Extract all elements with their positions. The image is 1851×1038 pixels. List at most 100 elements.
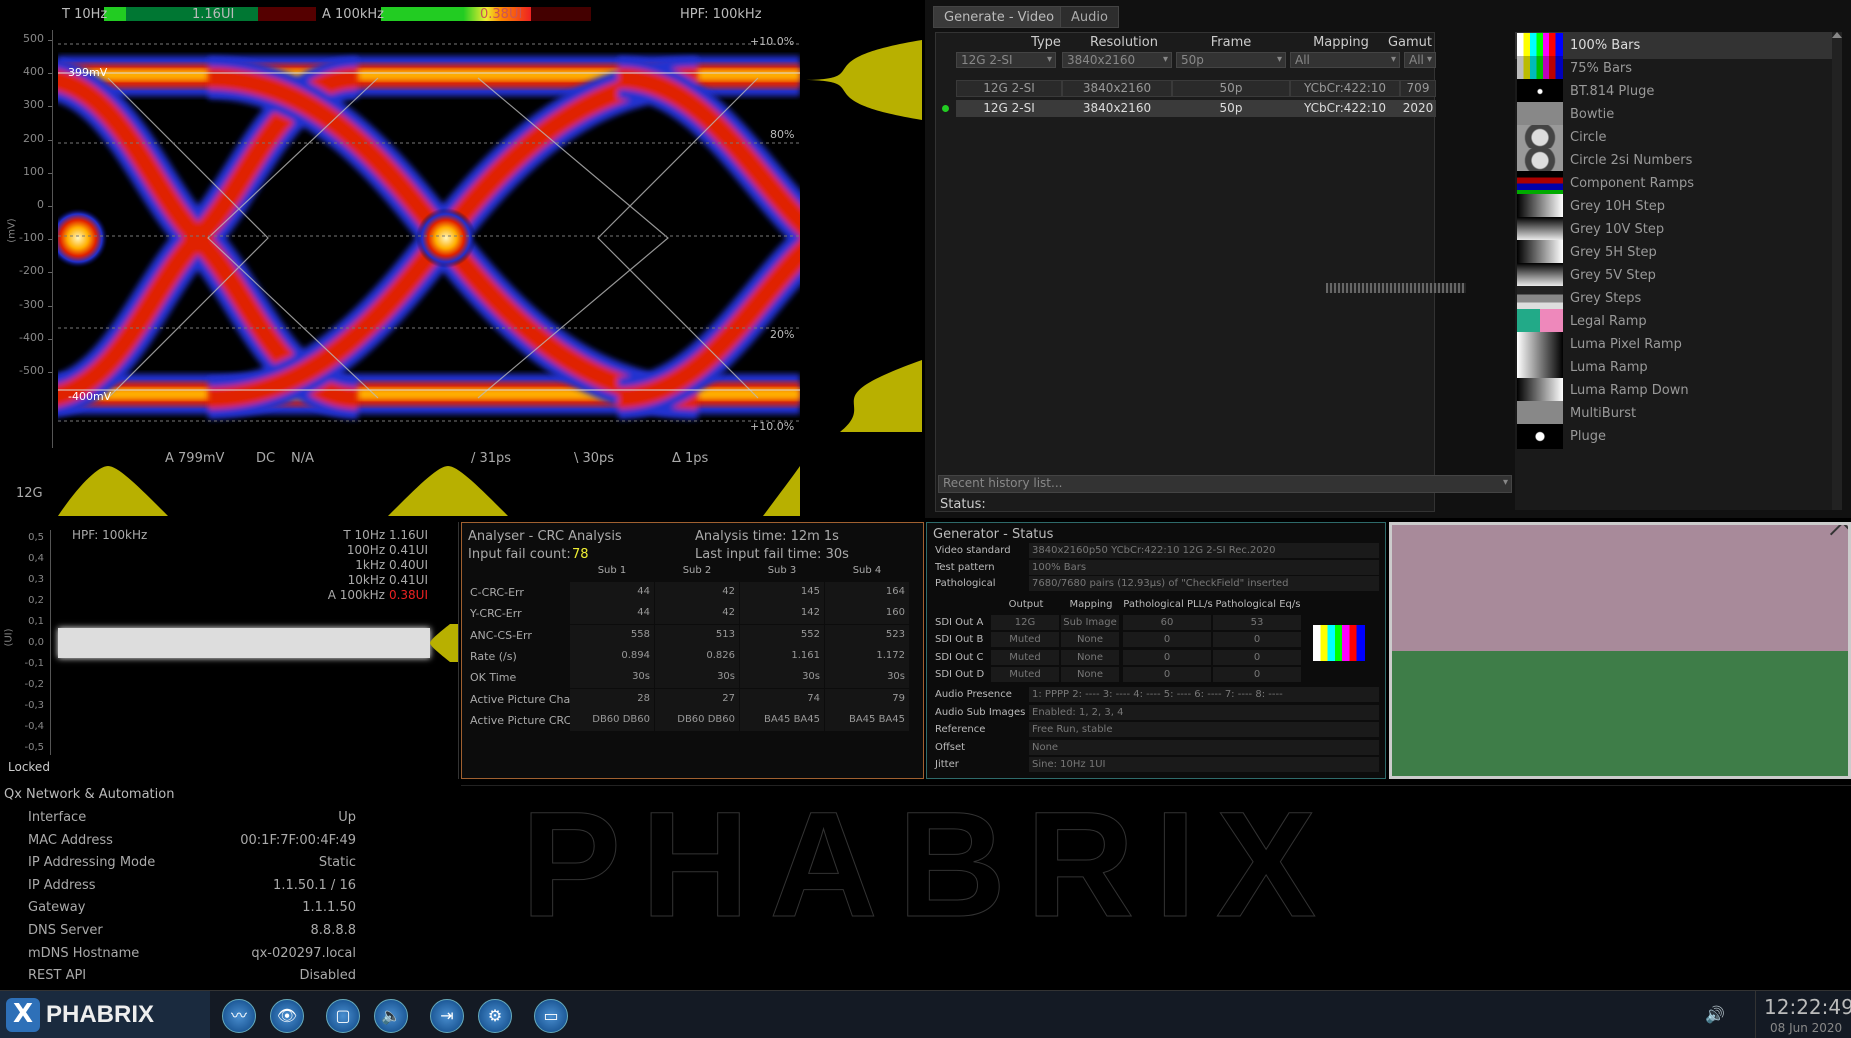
brand-area[interactable]: X PHABRIX <box>0 991 210 1038</box>
history-dropdown[interactable]: Recent history list... <box>938 475 1512 493</box>
eye-icon[interactable]: 👁 <box>270 999 304 1033</box>
crc-cell: 79 <box>825 688 909 710</box>
jitter-y-tick: 0,3 <box>28 574 44 585</box>
na-label: N/A <box>291 451 314 466</box>
crc-cell: 30s <box>655 667 739 689</box>
active-dot <box>942 105 949 112</box>
gstatus-value: 1: PPPP 2: ---- 3: ---- 4: ---- 5: ---- … <box>1029 687 1379 702</box>
gstatus-row: Jitter Sine: 10Hz 1UI <box>931 757 1381 773</box>
network-icon[interactable]: ⚙ <box>478 999 512 1033</box>
gstatus-row: Reference Free Run, stable <box>931 722 1381 738</box>
jitter-panel: 0,5 0,4 0,3 0,2 0,1 0,0 -0,1 -0,2 -0,3 -0,4 -0,5 (… <box>0 522 459 779</box>
preview-bottom <box>1392 651 1848 776</box>
resolution-filter[interactable]: 3840x2160 <box>1062 52 1172 68</box>
phabrix-logo-icon: X <box>6 998 40 1032</box>
crc-cell: 0.826 <box>655 645 739 667</box>
output-cell: Sub Image ... <box>1061 615 1119 643</box>
monitor-icon-glyph: ▭ <box>543 1006 559 1025</box>
fall-time: \ 30ps <box>574 451 615 466</box>
brand-name: PHABRIX <box>46 1001 155 1028</box>
pct-bottom: +10.0% <box>750 420 795 433</box>
monitor-icon[interactable]: ▭ <box>534 999 568 1033</box>
output-cell: 60 <box>1123 615 1211 630</box>
jitter-readout: 1kHz 0.40UI <box>355 558 428 572</box>
waveform-icon[interactable]: 〰 <box>222 999 256 1033</box>
t-bar-fill <box>104 7 126 21</box>
delta-time: Δ 1ps <box>672 451 709 466</box>
gstatus-row: Audio Sub Images Enabled: 1, 2, 3, 4 <box>931 704 1381 721</box>
jitter-readout: 10kHz 0.41UI <box>347 573 428 587</box>
pattern-name: 100% Bars <box>1570 38 1641 53</box>
jitter-y-tick: -0,2 <box>24 679 44 690</box>
tab-audio[interactable]: Audio <box>1060 6 1119 28</box>
export-icon-glyph: ⇥ <box>440 1006 454 1025</box>
crc-cell: 44 <box>570 603 654 625</box>
crc-row: ANC-CS-Err 558 513 552 523 <box>466 624 921 647</box>
gstatus-row: Audio Presence 1: PPPP 2: ---- 3: ---- 4:… <box>931 687 1381 703</box>
crc-title: Analyser - CRC Analysis <box>468 529 622 544</box>
type-filter[interactable]: 12G 2-SI <box>956 52 1056 68</box>
output-name: SDI Out D <box>935 668 985 680</box>
jitter-y-tick: 0,2 <box>28 595 44 606</box>
last-fail-time: Last input fail time: 30s <box>695 547 849 562</box>
crc-cell: 558 <box>570 624 654 646</box>
crc-cell: 27 <box>655 688 739 710</box>
tab-generate-video[interactable]: Generate - Video <box>933 6 1066 28</box>
frame-filter[interactable]: 50p <box>1176 52 1286 68</box>
crc-cell: 0.894 <box>570 645 654 667</box>
horizontal-histogram <box>58 466 800 516</box>
cell-frame: 50p <box>1172 80 1290 97</box>
divider <box>1755 991 1756 1038</box>
crc-row-label: Y-CRC-Err <box>470 607 522 621</box>
col-frame: Frame <box>1210 35 1252 50</box>
jitter-y-tick: 0,4 <box>28 553 44 564</box>
cell-gamut: 709 <box>1400 80 1436 97</box>
cell-mapping: YCbCr:422:10 <box>1290 80 1400 97</box>
crc-row-label: Active Picture CRC <box>470 713 572 727</box>
window-icon[interactable]: ▢ <box>326 999 360 1033</box>
cell-resolution: 3840x2160 <box>1062 100 1172 117</box>
video-preview[interactable] <box>1389 522 1851 779</box>
jitter-y-tick: 0,1 <box>28 616 44 627</box>
pattern-name: Grey 10V Step <box>1570 222 1665 237</box>
network-value: 1.1.1.50 <box>302 900 356 916</box>
output-cell: 0 <box>1123 666 1211 682</box>
y-tick: -300 <box>19 297 44 311</box>
jitter-trace <box>58 628 430 658</box>
clock-time: 12:22:49 <box>1764 995 1851 1019</box>
y-tick: 500 <box>23 32 44 45</box>
mapping-filter[interactable]: All <box>1290 52 1400 68</box>
export-icon[interactable]: ⇥ <box>430 999 464 1033</box>
network-key: IP Addressing Mode <box>28 855 156 871</box>
pattern-scrollbar[interactable] <box>1832 32 1842 510</box>
output-name: SDI Out C <box>935 651 984 663</box>
speaker-alert-icon[interactable]: 🔈 <box>374 999 408 1033</box>
jitter-readout-last: A 100kHz 0.38UI <box>328 588 428 602</box>
cell-type: 12G 2-SI <box>956 80 1062 97</box>
gstatus-row: Test pattern 100% Bars <box>931 559 1381 576</box>
pattern-name: Luma Ramp <box>1570 360 1648 375</box>
pattern-item[interactable]: Pluge <box>1515 423 1835 450</box>
network-value: Up <box>338 810 356 825</box>
output-header: Pathological PLL/s <box>1123 599 1213 610</box>
input-fail-value: 78 <box>572 547 589 562</box>
jitter-last-label: A 100kHz <box>327 588 385 602</box>
jitter-y-tick: -0,5 <box>24 742 44 753</box>
test-pattern-list[interactable]: 100% Bars 75% Bars BT.814 Pluge Bowtie Circl… <box>1515 32 1840 510</box>
table-row[interactable]: 12G 2-SI 3840x2160 50p YCbCr:422:10 709 <box>936 79 1436 98</box>
network-row: mDNS Hostname qx-020297.local <box>0 943 458 965</box>
network-value: 00:1F:7F:00:4F:49 <box>240 832 356 848</box>
network-key: Gateway <box>28 900 86 916</box>
y-tick: -200 <box>19 264 44 278</box>
pattern-name: Luma Pixel Ramp <box>1570 337 1682 352</box>
cell-type: 12G 2-SI <box>956 100 1062 117</box>
volume-icon[interactable]: 🔊 <box>1705 1005 1725 1024</box>
crc-cell: 42 <box>655 582 739 603</box>
window-icon-glyph: ▢ <box>335 1006 351 1025</box>
crc-cell: 160 <box>825 603 909 625</box>
gamut-filter[interactable]: All <box>1404 52 1436 68</box>
table-row-selected[interactable]: 12G 2-SI 3840x2160 50p YCbCr:422:10 2020 <box>936 99 1436 118</box>
gstatus-key: Test pattern <box>935 561 995 573</box>
eye-diagram-panel[interactable]: T 10Hz 1.16UI A 100kHz 0.38UI HPF: 100kH… <box>0 0 923 518</box>
pattern-name: Grey 5H Step <box>1570 245 1657 260</box>
